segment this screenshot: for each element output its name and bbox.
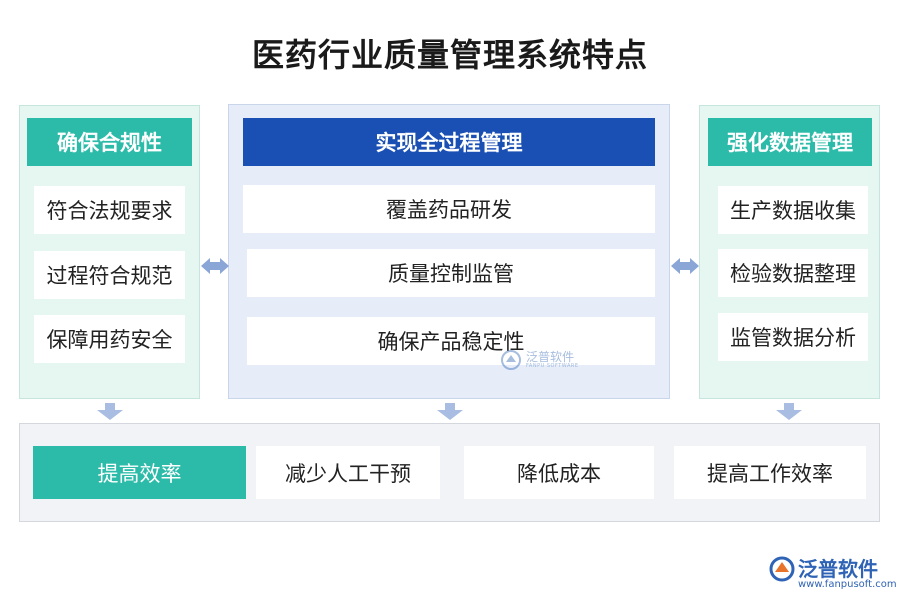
compliance-item: 过程符合规范 — [34, 251, 185, 299]
page-title: 医药行业质量管理系统特点 — [251, 36, 648, 74]
process-item: 质量控制监管 — [247, 249, 655, 297]
brand-url: www.fanpusoft.com — [798, 579, 897, 590]
data-management-header: 强化数据管理 — [708, 118, 872, 166]
fanpu-logo-icon — [769, 556, 795, 582]
process-item: 覆盖药品研发 — [243, 185, 655, 233]
double-arrow-icon — [201, 258, 229, 274]
data-management-item: 监管数据分析 — [718, 313, 868, 361]
efficiency-item: 减少人工干预 — [256, 446, 440, 499]
watermark-text: 泛普软件 — [526, 350, 575, 364]
fanpu-logo-icon — [501, 350, 521, 370]
double-arrow-icon — [671, 258, 699, 274]
compliance-item: 保障用药安全 — [34, 315, 185, 363]
data-management-panel: 强化数据管理 生产数据收集 检验数据整理 监管数据分析 — [699, 105, 880, 399]
data-management-item: 检验数据整理 — [718, 249, 868, 297]
brand-logo: 泛普软件 www.fanpusoft.com — [768, 551, 897, 595]
compliance-panel: 确保合规性 符合法规要求 过程符合规范 保障用药安全 — [19, 105, 200, 399]
efficiency-header: 提高效率 — [33, 446, 246, 499]
down-arrow-icon — [776, 403, 802, 420]
compliance-item: 符合法规要求 — [34, 186, 185, 234]
brand-name: 泛普软件 — [798, 557, 878, 581]
down-arrow-icon — [437, 403, 463, 420]
efficiency-panel: 提高效率 减少人工干预 降低成本 提高工作效率 — [19, 423, 880, 522]
watermark: 泛普软件 FANPU SOFTWARE — [500, 345, 610, 375]
efficiency-item: 提高工作效率 — [674, 446, 866, 499]
compliance-header: 确保合规性 — [27, 118, 192, 166]
watermark-subtext: FANPU SOFTWARE — [526, 363, 579, 369]
down-arrow-icon — [97, 403, 123, 420]
data-management-item: 生产数据收集 — [718, 186, 868, 234]
efficiency-item: 降低成本 — [464, 446, 654, 499]
process-header: 实现全过程管理 — [243, 118, 655, 166]
